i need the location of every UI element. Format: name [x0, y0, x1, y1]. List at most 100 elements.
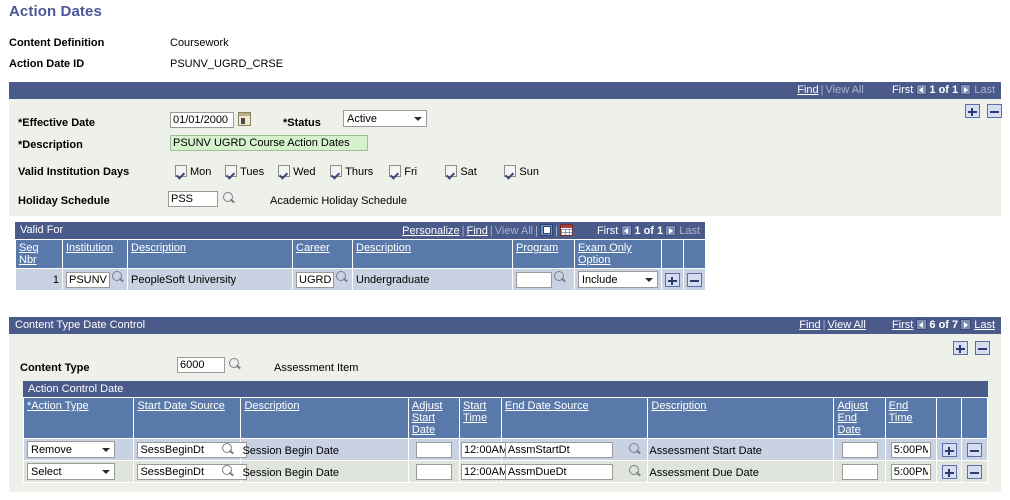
action-type-select[interactable]: Remove [27, 441, 115, 458]
col-institution[interactable]: Institution [62, 239, 128, 269]
adjust-end-date-input[interactable] [841, 441, 878, 458]
end-date-source-input[interactable] [504, 441, 613, 458]
adjust-start-date-input[interactable] [415, 441, 452, 458]
day-checkbox-tues[interactable]: Tues [225, 165, 275, 178]
col-description[interactable]: Description [127, 239, 293, 269]
delete-action-control-row-button[interactable] [967, 442, 983, 457]
day-checkbox-mon[interactable]: Mon [175, 165, 222, 178]
effective-date-input[interactable] [170, 112, 234, 128]
find-link[interactable]: Find [797, 84, 818, 96]
calendar-icon[interactable] [238, 112, 251, 126]
first-label[interactable]: First [892, 84, 913, 96]
col-program[interactable]: Program [512, 239, 575, 269]
holiday-schedule-input[interactable] [168, 191, 218, 207]
status-select[interactable]: Active [343, 110, 427, 127]
start-time-input[interactable] [461, 441, 509, 458]
start-date-source-lookup-icon[interactable] [222, 464, 235, 478]
col-start-description[interactable]: Description [240, 397, 409, 439]
exam-only-option-select[interactable]: Include [578, 271, 658, 288]
valid-for-toolbar: Personalize | Find | View All | | First 1 of 1… [402, 224, 700, 237]
col-acd-delete-spacer [961, 397, 988, 439]
adjust-end-date-input[interactable] [841, 463, 878, 480]
col-adjust-start-date[interactable]: Adjust Start Date [407, 397, 461, 439]
next-row-icon[interactable] [960, 84, 972, 95]
day-checkbox-sat[interactable]: Sat [445, 165, 501, 178]
valid-for-previous-icon[interactable] [621, 225, 633, 236]
download-spreadsheet-icon[interactable] [539, 224, 553, 236]
delete-effdt-row-button[interactable] [987, 104, 1003, 118]
cell-start-description: Session Begin Date [222, 460, 409, 483]
valid-for-find-link[interactable]: Find [467, 225, 488, 237]
col-career-description[interactable]: Description [352, 239, 513, 269]
day-checkbox-fri[interactable]: Fri [389, 165, 442, 178]
last-label[interactable]: Last [974, 84, 995, 96]
checkbox-thurs-icon[interactable] [330, 165, 343, 177]
cell-acd-add-row [935, 438, 963, 461]
col-end-description[interactable]: Description [647, 397, 835, 439]
add-valid-for-row-button[interactable] [665, 272, 680, 287]
valid-for-grid: Seq Nbr Institution Description Career D… [15, 239, 706, 291]
content-type-first-link[interactable]: First [892, 319, 913, 331]
add-action-control-row-button[interactable] [941, 464, 957, 479]
checkbox-wed-icon[interactable] [278, 165, 291, 177]
delete-action-control-row-button[interactable] [967, 464, 983, 479]
content-type-lookup-icon[interactable] [229, 358, 242, 372]
day-checkbox-thurs[interactable]: Thurs [330, 165, 386, 178]
content-type-last-link[interactable]: Last [974, 319, 995, 331]
institution-lookup-icon[interactable] [112, 271, 125, 284]
col-adjust-end-date[interactable]: Adjust End Date [833, 397, 886, 439]
career-lookup-icon[interactable] [336, 271, 349, 284]
end-date-source-lookup-icon[interactable] [629, 464, 642, 478]
add-action-control-row-button[interactable] [941, 442, 957, 457]
career-input[interactable] [296, 271, 334, 288]
valid-for-last-label[interactable]: Last [679, 225, 700, 237]
checkbox-tues-icon[interactable] [225, 165, 238, 177]
content-type-view-all-link[interactable]: View All [828, 319, 866, 331]
action-type-select[interactable]: Select [27, 463, 115, 480]
end-time-input[interactable] [890, 463, 931, 480]
delete-valid-for-row-button[interactable] [687, 272, 702, 287]
delete-content-type-row-button[interactable] [975, 341, 991, 355]
cell-add-row [661, 268, 684, 291]
start-date-source-lookup-icon[interactable] [222, 442, 235, 456]
checkbox-mon-icon[interactable] [175, 165, 187, 177]
previous-row-icon[interactable] [916, 84, 928, 95]
checkbox-sat-icon[interactable] [445, 165, 458, 177]
content-type-find-link[interactable]: Find [799, 319, 820, 331]
add-content-type-row-button[interactable] [953, 341, 968, 355]
action-date-id-value: PSUNV_UGRD_CRSE [170, 58, 284, 70]
col-start-time[interactable]: Start Time [459, 397, 502, 439]
col-start-date-source[interactable]: Start Date Source [133, 397, 242, 439]
col-exam-only-option[interactable]: Exam Only Option [574, 239, 662, 269]
content-type-input[interactable] [177, 357, 225, 373]
view-all-link[interactable]: View All [826, 84, 864, 96]
day-checkbox-wed[interactable]: Wed [278, 165, 327, 178]
personalize-link[interactable]: Personalize [402, 225, 459, 237]
add-effdt-row-button[interactable] [965, 104, 980, 118]
program-input[interactable] [516, 271, 552, 288]
valid-for-first-label[interactable]: First [597, 225, 618, 237]
day-checkbox-sun[interactable]: Sun [504, 165, 539, 178]
valid-for-view-all-link[interactable]: View All [495, 225, 533, 237]
col-career[interactable]: Career [292, 239, 353, 269]
content-type-next-icon[interactable] [960, 319, 972, 330]
expand-grid-icon[interactable] [559, 224, 573, 236]
col-end-time[interactable]: End Time [884, 397, 937, 439]
institution-input[interactable] [66, 271, 110, 288]
col-seq-nbr[interactable]: Seq Nbr [15, 239, 63, 269]
end-date-source-input[interactable] [504, 463, 613, 480]
col-end-date-source[interactable]: End Date Source [500, 397, 649, 439]
cell-end-date-source [500, 438, 649, 461]
adjust-start-date-input[interactable] [415, 463, 452, 480]
end-date-source-lookup-icon[interactable] [629, 442, 642, 456]
checkbox-fri-icon[interactable] [389, 165, 402, 177]
description-input[interactable] [170, 135, 368, 151]
valid-for-next-icon[interactable] [665, 225, 677, 236]
holiday-schedule-lookup-icon[interactable] [223, 192, 236, 206]
start-time-input[interactable] [461, 463, 509, 480]
program-lookup-icon[interactable] [554, 271, 567, 284]
content-type-previous-icon[interactable] [916, 319, 928, 330]
col-action-type[interactable]: *Action Type [22, 397, 135, 439]
checkbox-sun-icon[interactable] [504, 165, 517, 177]
end-time-input[interactable] [890, 441, 931, 458]
